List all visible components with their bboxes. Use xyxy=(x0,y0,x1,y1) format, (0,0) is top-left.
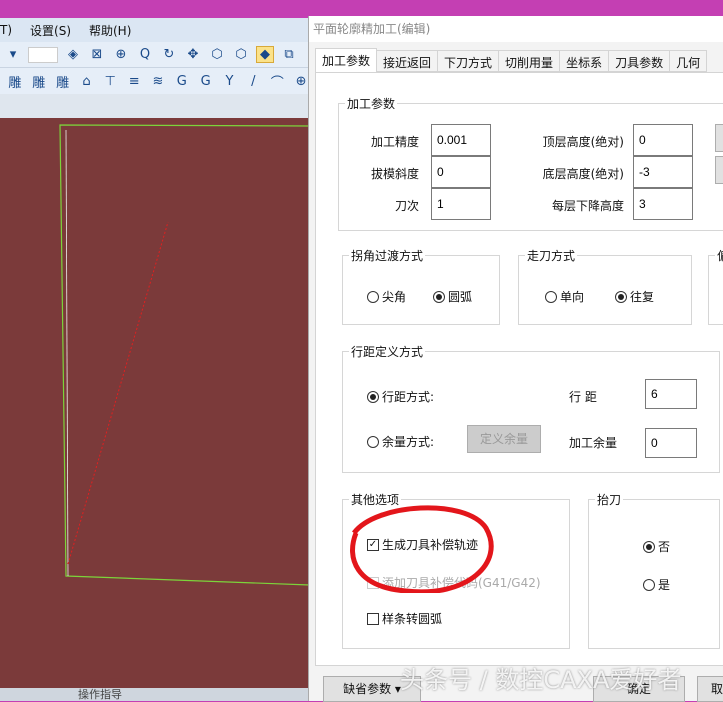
menu-help[interactable]: 帮助(H) xyxy=(89,22,131,39)
path-group: 走刀方式 单向 往复 xyxy=(518,247,692,325)
dialog-title: 平面轮廓精加工(编辑) xyxy=(309,16,723,42)
zoom-in-icon[interactable]: ⊕ xyxy=(112,47,130,62)
status-bar: 操作指导 xyxy=(0,688,310,701)
precision-label: 加工精度 xyxy=(370,135,419,149)
tab-machining-params[interactable]: 加工参数 xyxy=(315,48,378,72)
bottom-input[interactable] xyxy=(633,156,693,188)
zoom-all-icon[interactable]: ◈ xyxy=(64,47,82,62)
draft-label: 拔模斜度 xyxy=(370,167,419,181)
step-label: 每层下降高度 xyxy=(551,199,624,213)
gcode-tool-icon[interactable]: G xyxy=(197,74,215,89)
tab-tool[interactable]: 刀具参数 xyxy=(609,50,671,72)
cancel-button[interactable]: 取 xyxy=(697,676,723,702)
lift-no-radio[interactable]: 否 xyxy=(643,538,670,555)
tool-icon[interactable]: ⊤ xyxy=(101,74,119,89)
spacing-group: 行距定义方式 行距方式: 余量方式: 定义余量 行 距 加工余量 xyxy=(342,343,720,473)
corner-sharp-radio[interactable]: 尖角 xyxy=(367,288,406,305)
step-input[interactable] xyxy=(633,188,693,220)
spline-to-arc-checkbox[interactable]: 样条转圆弧 xyxy=(367,610,442,627)
watermark: 头条号 / 数控CAXA爱好者 xyxy=(400,666,682,694)
group-label: 行距定义方式 xyxy=(349,343,426,360)
lift-group: 抬刀 否 是 xyxy=(588,491,720,649)
lift-yes-radio[interactable]: 是 xyxy=(643,576,670,593)
path-icon[interactable]: ≋ xyxy=(149,74,167,89)
tab-approach[interactable]: 接近返回 xyxy=(377,50,439,72)
toolbar-empty xyxy=(0,94,310,118)
group-label: 偏 xyxy=(715,247,723,264)
group-label: 走刀方式 xyxy=(525,247,578,264)
toolbar-machining: 雕 雕 雕 ⌂ ⊤ ≡ ≋ G G Y / ⌒ ⊕ xyxy=(0,68,310,94)
tab-plunge[interactable]: 下刀方式 xyxy=(438,50,500,72)
tab-cutting[interactable]: 切削用量 xyxy=(499,50,561,72)
fork-icon[interactable]: Y xyxy=(221,74,239,89)
group-label: 抬刀 xyxy=(595,491,624,508)
offset-group: 偏 xyxy=(708,247,723,325)
gcode-icon[interactable]: ≡ xyxy=(125,74,143,89)
zoom-dynamic-icon[interactable]: Q xyxy=(136,47,154,62)
gcode-edit-icon[interactable]: G xyxy=(173,74,191,89)
spacing-label: 行 距 xyxy=(569,390,597,404)
corner-group: 拐角过渡方式 尖角 圆弧 xyxy=(342,247,500,325)
path-oneway-radio[interactable]: 单向 xyxy=(545,288,584,305)
pocket-icon[interactable]: ⌂ xyxy=(78,74,96,89)
engrave-icon[interactable]: 雕 xyxy=(6,72,24,91)
group-label: 加工参数 xyxy=(345,95,398,112)
path-zigzag-radio[interactable]: 往复 xyxy=(615,288,654,305)
define-allowance-button[interactable]: 定义余量 xyxy=(467,425,541,453)
toolbar-view: ▾ ◈ ⊠ ⊕ Q ↻ ✥ ⬡ ⬡ ◆ ⧉ xyxy=(0,42,310,68)
drawing-canvas[interactable] xyxy=(0,118,311,688)
geometry xyxy=(59,124,311,586)
wireframe-icon[interactable]: ⬡ xyxy=(208,47,226,62)
corner-arc-radio[interactable]: 圆弧 xyxy=(433,288,472,305)
menu-bar: T) 设置(S) 帮助(H) xyxy=(0,18,310,42)
dialog: 平面轮廓精加工(编辑) 加工参数 接近返回 下刀方式 切削用量 坐标系 刀具参数… xyxy=(308,16,723,702)
engrave-icon[interactable]: 雕 xyxy=(30,72,48,91)
tab-coordinate[interactable]: 坐标系 xyxy=(560,50,610,72)
shaded-icon[interactable]: ◆ xyxy=(256,46,274,63)
red-circle-annotation xyxy=(350,505,494,593)
menu-settings[interactable]: 设置(S) xyxy=(30,22,71,39)
hidden-line-icon[interactable]: ⬡ xyxy=(232,47,250,62)
allowance-mode-radio[interactable]: 余量方式: xyxy=(367,433,434,450)
color-icon[interactable]: ▾ xyxy=(4,47,22,62)
top-input[interactable] xyxy=(633,124,693,156)
pick-top-button[interactable] xyxy=(715,124,723,152)
allowance-input[interactable] xyxy=(645,428,697,458)
engrave-icon[interactable]: 雕 xyxy=(54,72,72,91)
layer-select[interactable] xyxy=(28,46,58,63)
line-icon[interactable]: / xyxy=(244,74,262,89)
group-label: 拐角过渡方式 xyxy=(349,247,426,264)
zoom-window-icon[interactable]: ⊠ xyxy=(88,47,106,62)
passes-label: 刀次 xyxy=(394,199,419,213)
draft-input[interactable] xyxy=(431,156,491,188)
spacing-mode-radio[interactable]: 行距方式: xyxy=(367,388,434,405)
precision-input[interactable] xyxy=(431,124,491,156)
passes-input[interactable] xyxy=(431,188,491,220)
rotate-icon[interactable]: ↻ xyxy=(160,47,178,62)
pan-icon[interactable]: ✥ xyxy=(184,47,202,62)
top-label: 顶层高度(绝对) xyxy=(542,135,624,149)
tab-panel: 加工参数 加工精度 拔模斜度 刀次 顶层高度(绝对) 底层高度(绝对) 每层下降… xyxy=(315,72,723,666)
tab-geometry[interactable]: 几何 xyxy=(670,50,708,72)
menu-tools[interactable]: T) xyxy=(0,23,12,37)
window-icon[interactable]: ⧉ xyxy=(280,47,298,62)
allowance-label: 加工余量 xyxy=(569,436,618,450)
spacing-input[interactable] xyxy=(645,379,697,409)
machining-group: 加工参数 加工精度 拔模斜度 刀次 顶层高度(绝对) 底层高度(绝对) 每层下降… xyxy=(338,95,723,231)
pick-bottom-button[interactable] xyxy=(715,156,723,184)
bottom-label: 底层高度(绝对) xyxy=(542,167,624,181)
arc-icon[interactable]: ⌒ xyxy=(268,72,286,91)
tab-bar: 加工参数 接近返回 下刀方式 切削用量 坐标系 刀具参数 几何 xyxy=(315,48,708,72)
